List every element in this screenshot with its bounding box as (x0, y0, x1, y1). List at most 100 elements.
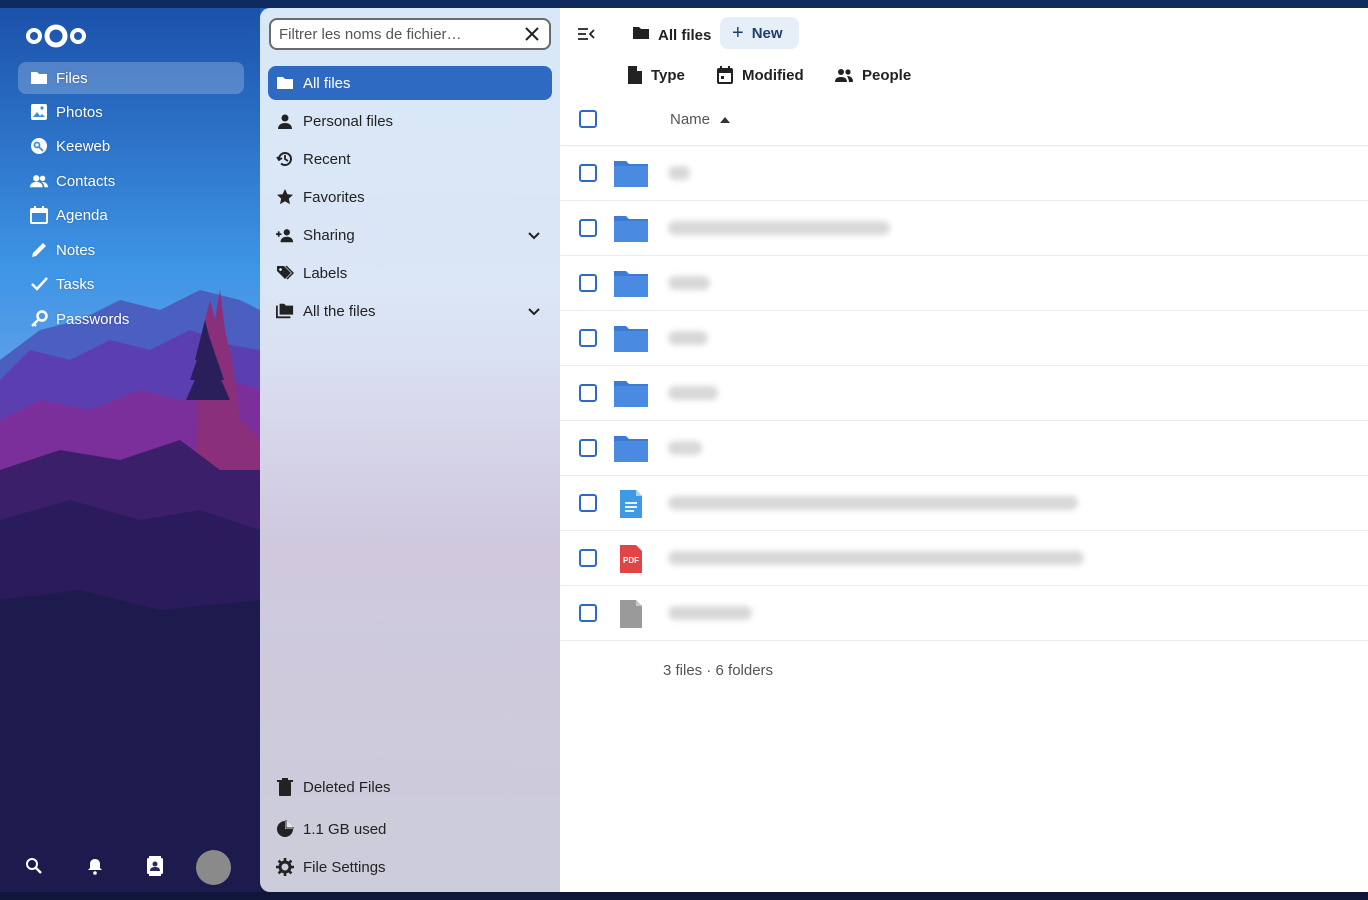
key-icon (30, 137, 48, 155)
nav-item-label: Personal files (303, 112, 394, 130)
sort-by-name-button[interactable]: Name (670, 111, 731, 128)
table-row[interactable] (560, 146, 1368, 201)
table-row[interactable] (560, 311, 1368, 366)
app-item-label: Contacts (56, 172, 116, 190)
search-icon[interactable] (22, 854, 46, 878)
filter-label: Modified (742, 66, 804, 84)
file-list-summary: 3 files · 6 folders (663, 662, 774, 679)
tag-icon (276, 264, 294, 282)
row-fade (1200, 311, 1368, 365)
menu-toggle-icon[interactable] (576, 24, 596, 44)
filter-box (269, 18, 551, 50)
pdf-icon: PDF (620, 545, 642, 573)
quota-item[interactable]: 1.1 GB used (268, 812, 552, 846)
check-icon (30, 275, 48, 293)
app-item-tasks[interactable]: Tasks (18, 268, 244, 300)
table-row[interactable] (560, 366, 1368, 421)
file-list-header: Name (560, 96, 1368, 146)
nav-item-label: Favorites (303, 188, 365, 206)
sort-asc-icon (720, 116, 731, 123)
new-button[interactable]: + New (720, 17, 799, 49)
nav-item-deleted-files[interactable]: Deleted Files (268, 770, 552, 804)
file-name-blurred (668, 496, 1078, 510)
file-name-blurred (668, 441, 702, 455)
nav-item-personal-files[interactable]: Personal files (268, 104, 552, 138)
chevron-down-icon[interactable] (526, 227, 542, 243)
app-item-contacts[interactable]: Contacts (18, 165, 244, 197)
filter-people-button[interactable]: People (835, 62, 911, 88)
row-checkbox[interactable] (579, 384, 597, 402)
app-item-passwords[interactable]: Passwords (18, 303, 244, 335)
row-fade (1200, 531, 1368, 585)
app-item-files[interactable]: Files (18, 62, 244, 94)
row-checkbox[interactable] (579, 219, 597, 237)
row-checkbox[interactable] (579, 439, 597, 457)
table-row[interactable]: PDF (560, 531, 1368, 586)
table-row[interactable] (560, 201, 1368, 256)
nav-item-favorites[interactable]: Favorites (268, 180, 552, 214)
row-checkbox[interactable] (579, 274, 597, 292)
breadcrumb-label: All files (658, 26, 712, 44)
row-fade (1200, 366, 1368, 420)
app-item-keeweb[interactable]: Keeweb (18, 130, 244, 162)
contacts-book-icon[interactable] (143, 854, 167, 878)
row-checkbox[interactable] (579, 329, 597, 347)
nav-item-label: Sharing (303, 226, 355, 244)
folder-icon (614, 381, 648, 407)
select-all-checkbox[interactable] (579, 110, 597, 128)
app-item-photos[interactable]: Photos (18, 96, 244, 128)
share-icon (276, 226, 294, 244)
nav-item-label: All files (303, 74, 351, 92)
folder-icon (614, 216, 648, 242)
person-icon (276, 112, 294, 130)
chevron-down-icon[interactable] (526, 303, 542, 319)
app-item-label: Agenda (56, 206, 108, 224)
nav-item-recent[interactable]: Recent (268, 142, 552, 176)
nav-item-all-files[interactable]: All files (268, 66, 552, 100)
filter-modified-button[interactable]: Modified (717, 62, 804, 88)
folder-icon (614, 326, 648, 352)
nav-item-all-the-files[interactable]: All the files (268, 294, 552, 328)
row-checkbox[interactable] (579, 604, 597, 622)
app-item-agenda[interactable]: Agenda (18, 199, 244, 231)
bell-icon[interactable] (83, 854, 107, 878)
filter-label: People (862, 66, 912, 84)
avatar[interactable] (196, 850, 231, 885)
file-name-blurred (668, 221, 890, 235)
star-icon (276, 188, 294, 206)
table-row[interactable] (560, 476, 1368, 531)
nav-item-sharing[interactable]: Sharing (268, 218, 552, 252)
close-icon[interactable] (523, 25, 541, 43)
table-row[interactable] (560, 256, 1368, 311)
calendar-icon (717, 66, 733, 84)
nextcloud-logo[interactable] (24, 22, 88, 50)
folder-icon (614, 271, 648, 297)
row-fade (1200, 146, 1368, 200)
nav-item-labels[interactable]: Labels (268, 256, 552, 290)
row-checkbox[interactable] (579, 164, 597, 182)
table-row[interactable] (560, 586, 1368, 641)
column-name-label: Name (670, 111, 711, 128)
app-item-notes[interactable]: Notes (18, 234, 244, 266)
folder-icon (632, 25, 650, 45)
files-main: All files + New Type Modified People Nam… (560, 8, 1368, 892)
row-checkbox[interactable] (579, 494, 597, 512)
row-fade (1200, 586, 1368, 640)
app-item-label: Passwords (56, 310, 130, 328)
nav-item-label: File Settings (303, 858, 386, 876)
breadcrumb[interactable]: All files (632, 22, 711, 48)
folders-icon (276, 302, 294, 320)
filter-input[interactable] (279, 25, 519, 43)
nav-item-file-settings[interactable]: File Settings (268, 850, 552, 884)
folder-icon (30, 69, 48, 87)
key-icon (30, 310, 48, 328)
folder-icon (614, 161, 648, 187)
new-button-label: New (751, 24, 783, 42)
file-icon (628, 66, 642, 84)
row-fade (1200, 421, 1368, 475)
row-checkbox[interactable] (579, 549, 597, 567)
filter-type-button[interactable]: Type (628, 62, 685, 88)
table-row[interactable] (560, 421, 1368, 476)
file-name-blurred (668, 331, 708, 345)
people-icon (835, 68, 853, 82)
